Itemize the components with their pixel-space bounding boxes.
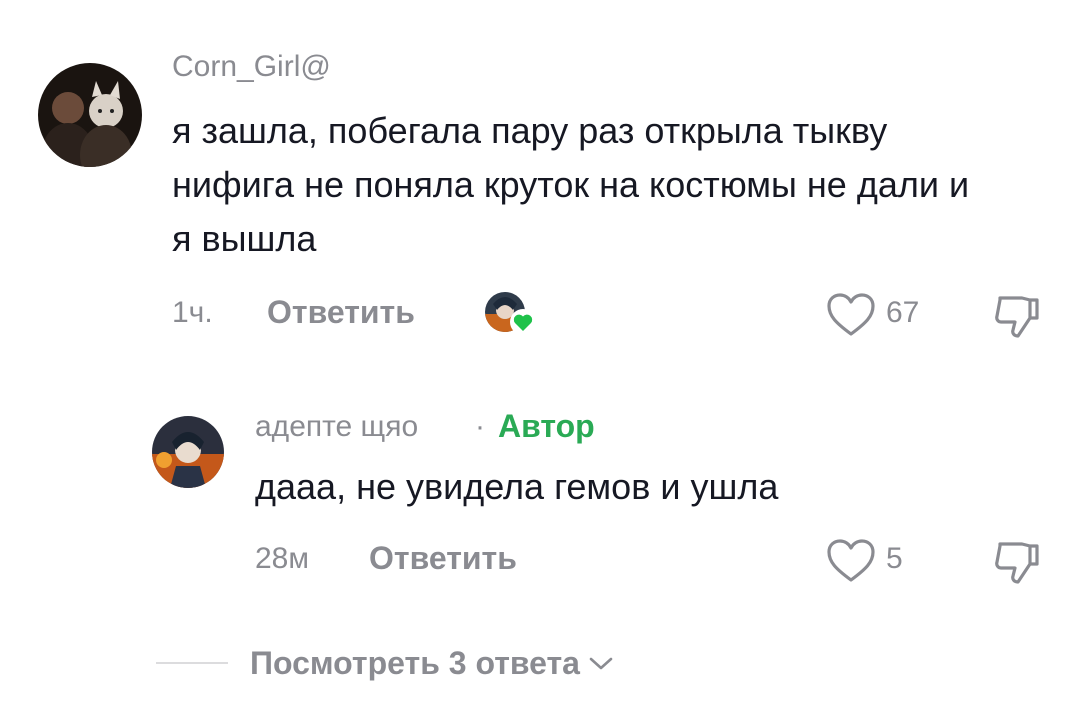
reply-button[interactable]: Ответить xyxy=(369,540,517,577)
comment-username[interactable]: адепте щяо xyxy=(255,410,418,444)
comment-timestamp: 1ч. xyxy=(172,296,213,329)
author-badge: Автор xyxy=(498,408,595,444)
like-count: 67 xyxy=(886,296,920,329)
view-replies-button[interactable]: Посмотреть 3 ответа xyxy=(250,645,614,682)
avatar[interactable] xyxy=(152,416,224,488)
separator-dot: · xyxy=(475,410,485,443)
heart-outline-icon[interactable] xyxy=(826,538,876,584)
chevron-down-icon xyxy=(589,657,613,669)
comment-text: я зашла, побегала пару раз открыла тыкву… xyxy=(172,110,970,259)
divider xyxy=(156,662,228,664)
like-count: 5 xyxy=(886,542,903,575)
comment-thread: Corn_Girl@ я зашла, побегала пару раз от… xyxy=(0,0,1080,703)
reply-button[interactable]: Ответить xyxy=(267,294,415,331)
comment-text: дааа, не увидела гемов и ушла xyxy=(255,466,779,507)
creator-liked-badge xyxy=(483,290,539,338)
avatar[interactable] xyxy=(38,63,142,167)
comment-username[interactable]: Corn_Girl@ xyxy=(172,50,331,84)
heart-outline-icon[interactable] xyxy=(826,292,876,338)
thumbs-down-icon[interactable] xyxy=(992,538,1042,586)
thumbs-down-icon[interactable] xyxy=(992,292,1042,340)
comment-timestamp: 28м xyxy=(255,542,309,575)
view-replies-label: Посмотреть 3 ответа xyxy=(250,645,580,681)
green-heart-badge-icon xyxy=(510,309,536,335)
